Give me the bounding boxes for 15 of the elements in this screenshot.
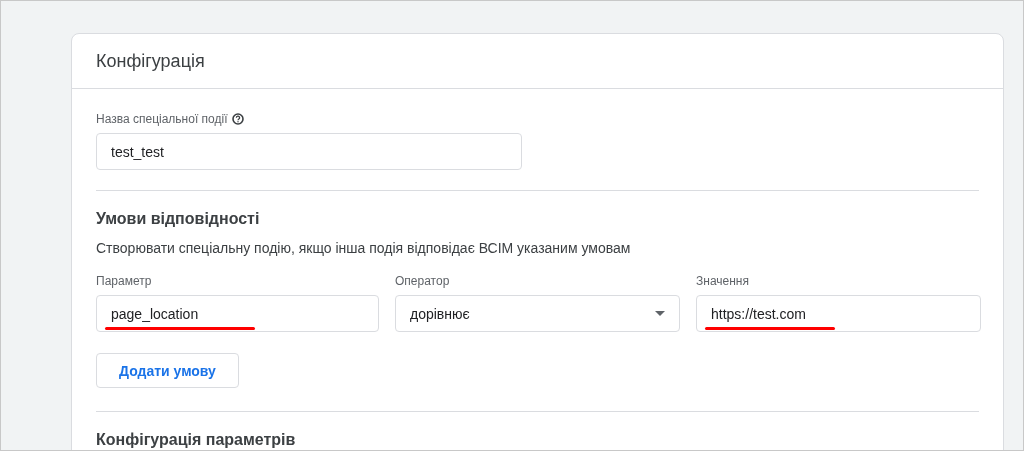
section-title: Умови відповідності bbox=[96, 210, 261, 228]
dropdown-caret-icon bbox=[655, 311, 665, 316]
section-description: Створювати спеціальну подію, якщо інша подія відповідає ВСІМ указаним умовам bbox=[96, 240, 632, 256]
section-title: Конфігурація параметрів bbox=[96, 431, 297, 449]
operator-dropdown[interactable]: дорівнює bbox=[395, 295, 680, 332]
field-label: Назва спеціальної події bbox=[96, 112, 228, 126]
card-title: Конфігурація bbox=[96, 50, 205, 72]
field-label: Оператор bbox=[395, 274, 450, 288]
input-field[interactable]: page_location bbox=[96, 295, 379, 332]
add-condition-button[interactable]: Додати умову bbox=[96, 353, 239, 388]
field-label: Значення bbox=[696, 274, 749, 288]
field-label: Параметр bbox=[96, 274, 152, 288]
input-field[interactable]: https://test.com bbox=[696, 295, 981, 332]
event-name-field[interactable]: test_test bbox=[96, 133, 522, 170]
help-icon[interactable] bbox=[232, 113, 245, 125]
